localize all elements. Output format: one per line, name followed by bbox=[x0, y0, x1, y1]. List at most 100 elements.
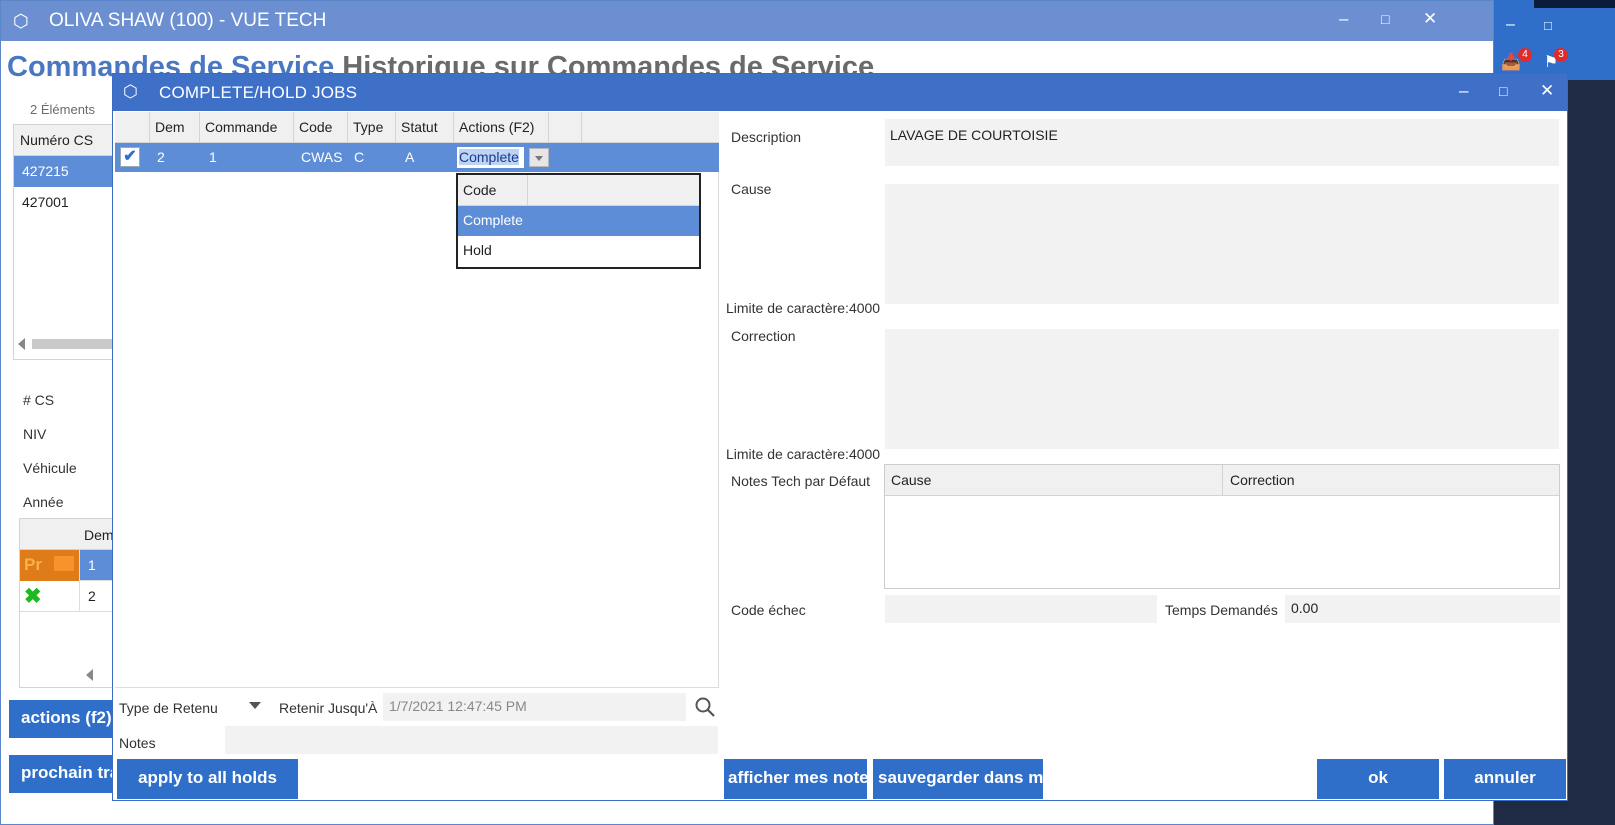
items-count-tab[interactable]: 2 Éléments bbox=[15, 96, 105, 122]
external-toolbar-edge bbox=[1534, 0, 1615, 8]
show-my-notes-button[interactable]: afficher mes note bbox=[724, 759, 867, 799]
correction-char-limit: Limite de caractère:4000 bbox=[726, 446, 881, 462]
cell-dem: 2 bbox=[157, 149, 165, 165]
hold-until-field[interactable]: 1/7/2021 12:47:45 PM bbox=[383, 693, 686, 721]
cause-char-limit: Limite de caractère:4000 bbox=[726, 300, 881, 316]
dropdown-option-complete[interactable]: Complete bbox=[458, 206, 699, 236]
scroll-left-icon[interactable] bbox=[18, 338, 25, 350]
notes-label: Notes bbox=[119, 735, 156, 751]
dropdown-column-code: Code bbox=[458, 175, 528, 206]
comment-icon bbox=[54, 556, 74, 571]
column-header-code[interactable]: Code bbox=[294, 112, 348, 143]
action-select-value[interactable]: Complete bbox=[457, 147, 524, 168]
failure-code-label: Code échec bbox=[731, 602, 806, 618]
app-cube-icon: ⬡ bbox=[13, 11, 29, 31]
description-field[interactable]: LAVAGE DE COURTOISIE bbox=[885, 119, 1559, 166]
table-row[interactable]: ✖ 2 bbox=[20, 581, 112, 612]
main-window-title: OLIVA SHAW (100) - VUE TECH bbox=[49, 10, 327, 31]
cause-label: Cause bbox=[731, 181, 772, 197]
column-header-extra bbox=[549, 112, 582, 143]
maximize-icon[interactable]: □ bbox=[1499, 83, 1507, 99]
minimize-icon[interactable]: ‒ bbox=[1459, 81, 1468, 101]
correction-field[interactable] bbox=[885, 329, 1559, 449]
dropdown-header: Code bbox=[458, 175, 699, 206]
app-cube-icon: ⬡ bbox=[123, 82, 138, 101]
status-cell: ✖ bbox=[20, 581, 80, 612]
table-row[interactable]: 427001 bbox=[14, 187, 112, 218]
tools-icon: ✖ bbox=[24, 585, 42, 608]
action-selected-text: Complete bbox=[459, 149, 519, 165]
next-job-button[interactable]: prochain tra bbox=[9, 755, 113, 793]
table-row[interactable]: Pr 1 bbox=[20, 550, 112, 581]
cs-label: # CS bbox=[23, 392, 55, 408]
screen: ‒ □ 1 👥 📥 4 ⚑ 3 ⬡ OLIVA SHAW (100) - VUE… bbox=[0, 0, 1615, 825]
job-number: 1 bbox=[88, 557, 96, 573]
jobs-table: Dem Pr 1 ✖ 2 bbox=[19, 518, 114, 688]
cell-type: C bbox=[354, 149, 365, 165]
hold-type-select[interactable] bbox=[225, 693, 270, 719]
column-header-cs-number[interactable]: Numéro CS bbox=[14, 125, 112, 156]
horizontal-scrollbar[interactable] bbox=[14, 337, 112, 351]
tech-notes-label: Notes Tech par Défaut bbox=[731, 473, 871, 489]
scrollbar-thumb[interactable] bbox=[32, 339, 112, 349]
job-number: 2 bbox=[88, 588, 96, 604]
column-header-statut[interactable]: Statut bbox=[396, 112, 454, 143]
cause-field[interactable] bbox=[885, 184, 1559, 304]
notification-badge-3: 3 bbox=[1554, 48, 1568, 62]
action-dropdown: Code Complete Hold bbox=[456, 173, 701, 269]
vehicle-label: Véhicule bbox=[23, 460, 77, 476]
year-label: Année bbox=[23, 494, 64, 510]
description-label: Description bbox=[731, 129, 802, 145]
column-header-cause[interactable]: Cause bbox=[885, 465, 1223, 496]
hold-type-label: Type de Retenu bbox=[119, 700, 218, 716]
requested-time-field[interactable]: 0.00 bbox=[1285, 595, 1560, 623]
ok-button[interactable]: ok bbox=[1317, 759, 1439, 799]
close-icon[interactable]: ✕ bbox=[1423, 9, 1437, 29]
scroll-left-icon[interactable] bbox=[86, 669, 93, 681]
column-header-dem[interactable]: Dem bbox=[150, 112, 200, 143]
notification-badge-4: 4 bbox=[1518, 48, 1532, 62]
dialog-title: COMPLETE/HOLD JOBS bbox=[159, 83, 358, 102]
action-select[interactable]: Complete bbox=[457, 147, 549, 168]
column-header-type[interactable]: Type bbox=[348, 112, 396, 143]
table-row[interactable]: ✔ 2 1 CWAS C A Complete bbox=[115, 143, 719, 172]
maximize-icon[interactable]: □ bbox=[1381, 11, 1389, 27]
jobs-table-header: Dem bbox=[20, 519, 114, 550]
hold-until-label: Retenir Jusqu'À bbox=[279, 700, 378, 716]
minimize-icon[interactable]: ‒ bbox=[1339, 9, 1348, 29]
chevron-down-icon[interactable] bbox=[529, 148, 549, 167]
notes-field[interactable] bbox=[225, 726, 718, 754]
column-header-correction[interactable]: Correction bbox=[1224, 465, 1301, 495]
main-titlebar: ⬡ OLIVA SHAW (100) - VUE TECH ‒ □ ✕ bbox=[1, 1, 1493, 41]
complete-hold-dialog: ⬡ COMPLETE/HOLD JOBS ‒ □ ✕ Dem Commande … bbox=[112, 73, 1568, 801]
save-to-button[interactable]: sauvegarder dans m bbox=[873, 759, 1043, 799]
column-header-dem[interactable]: Dem bbox=[84, 527, 114, 543]
grid-header: Dem Commande Code Type Statut Actions (F… bbox=[115, 112, 719, 143]
table-row[interactable]: 427215 bbox=[14, 156, 112, 187]
search-icon[interactable] bbox=[693, 695, 717, 719]
column-header-select[interactable] bbox=[115, 112, 150, 143]
external-maximize-icon[interactable]: □ bbox=[1544, 18, 1552, 33]
column-header-actions[interactable]: Actions (F2) bbox=[454, 112, 549, 143]
failure-code-field[interactable] bbox=[885, 595, 1157, 623]
cancel-button[interactable]: annuler bbox=[1444, 759, 1566, 799]
correction-label: Correction bbox=[731, 328, 796, 344]
external-toolbar: ‒ □ 1 👥 📥 4 ⚑ 3 bbox=[1450, 0, 1615, 80]
actions-button[interactable]: actions (f2) bbox=[9, 700, 113, 738]
cell-code: CWAS bbox=[301, 149, 343, 165]
requested-time-label: Temps Demandés bbox=[1165, 602, 1278, 618]
apply-to-all-holds-button[interactable]: apply to all holds bbox=[117, 759, 298, 799]
tech-notes-header: Cause Correction bbox=[885, 465, 1559, 496]
priority-cell: Pr bbox=[20, 550, 80, 581]
cell-statut: A bbox=[405, 149, 415, 165]
priority-label: Pr bbox=[24, 555, 42, 574]
cell-commande: 1 bbox=[209, 149, 217, 165]
external-minimize-icon[interactable]: ‒ bbox=[1506, 16, 1515, 34]
service-order-table: Numéro CS 427215 427001 bbox=[13, 124, 113, 360]
dropdown-option-hold[interactable]: Hold bbox=[458, 236, 699, 266]
dialog-titlebar: ⬡ COMPLETE/HOLD JOBS ‒ □ ✕ bbox=[113, 74, 1567, 111]
tech-notes-grid: Cause Correction bbox=[884, 464, 1560, 589]
close-icon[interactable]: ✕ bbox=[1540, 81, 1554, 101]
row-checkbox[interactable]: ✔ bbox=[120, 147, 140, 167]
column-header-commande[interactable]: Commande bbox=[200, 112, 294, 143]
